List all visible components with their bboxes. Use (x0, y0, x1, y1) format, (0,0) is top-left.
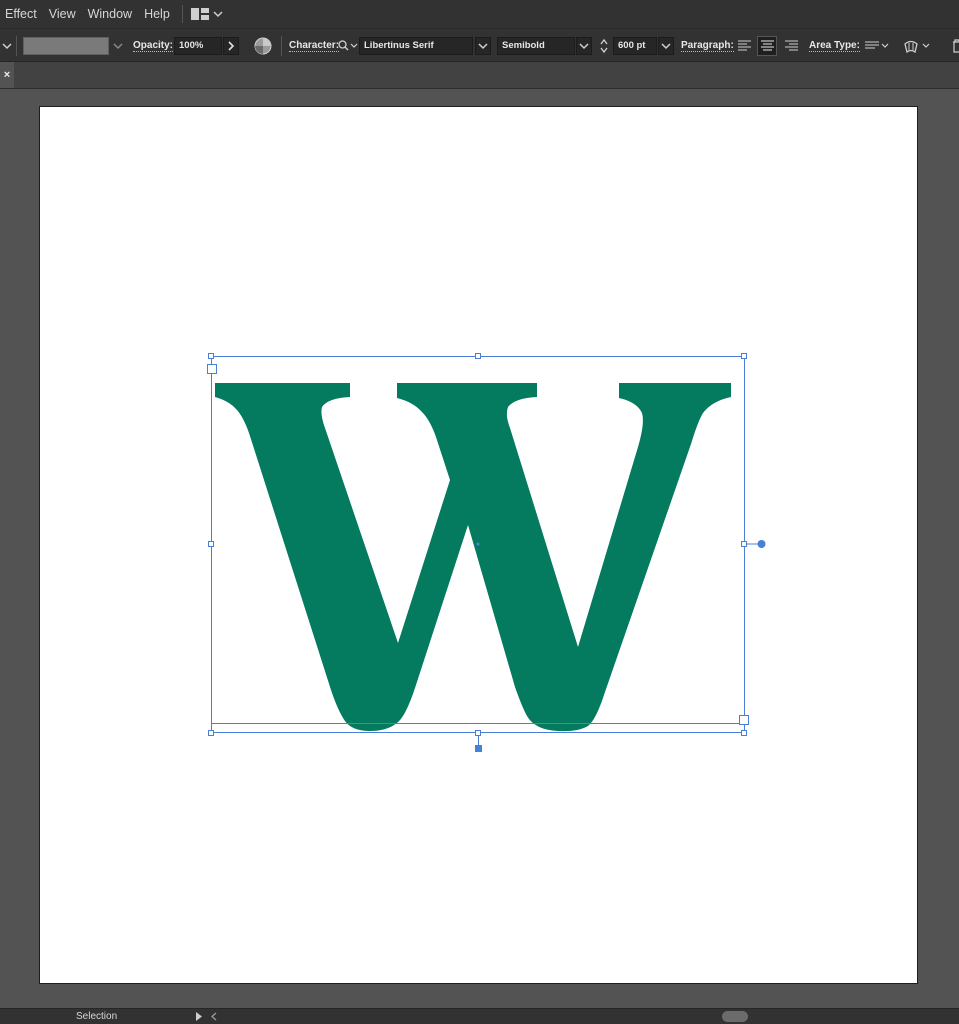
threaded-text-out-port[interactable] (757, 540, 766, 548)
current-tool-label: Selection (76, 1011, 118, 1022)
scroll-left-icon[interactable] (210, 1012, 218, 1021)
center-point (476, 542, 480, 546)
play-icon[interactable] (195, 1012, 203, 1021)
horizontal-scrollbar-thumb[interactable] (722, 1011, 748, 1022)
text-glyph-w[interactable] (215, 383, 731, 732)
canvas-overlay (207, 353, 766, 752)
baseline-handle[interactable] (475, 745, 482, 752)
status-bar: Selection (0, 1008, 959, 1024)
